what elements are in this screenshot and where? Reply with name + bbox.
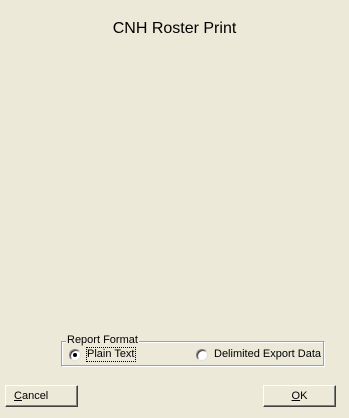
report-format-group: Report Format Plain Text Delimited Expor… <box>61 334 325 367</box>
plain-text-radio[interactable]: Plain Text <box>69 347 136 362</box>
ok-label-rest: K <box>300 390 308 402</box>
ok-button[interactable]: OK <box>263 385 336 407</box>
delimited-export-radio[interactable]: Delimited Export Data <box>196 348 321 361</box>
report-format-legend: Report Format <box>66 334 139 347</box>
cancel-accelerator: C <box>14 390 22 402</box>
plain-text-label: Plain Text <box>86 347 136 362</box>
cancel-button[interactable]: Cancel <box>5 385 78 407</box>
dialog-title: CNH Roster Print <box>112 20 237 37</box>
cancel-label-rest: ancel <box>21 390 49 402</box>
radio-unchecked-icon <box>196 348 208 361</box>
ok-accelerator: O <box>291 390 301 402</box>
radio-checked-icon <box>69 348 81 361</box>
delimited-export-label: Delimited Export Data <box>214 348 321 360</box>
